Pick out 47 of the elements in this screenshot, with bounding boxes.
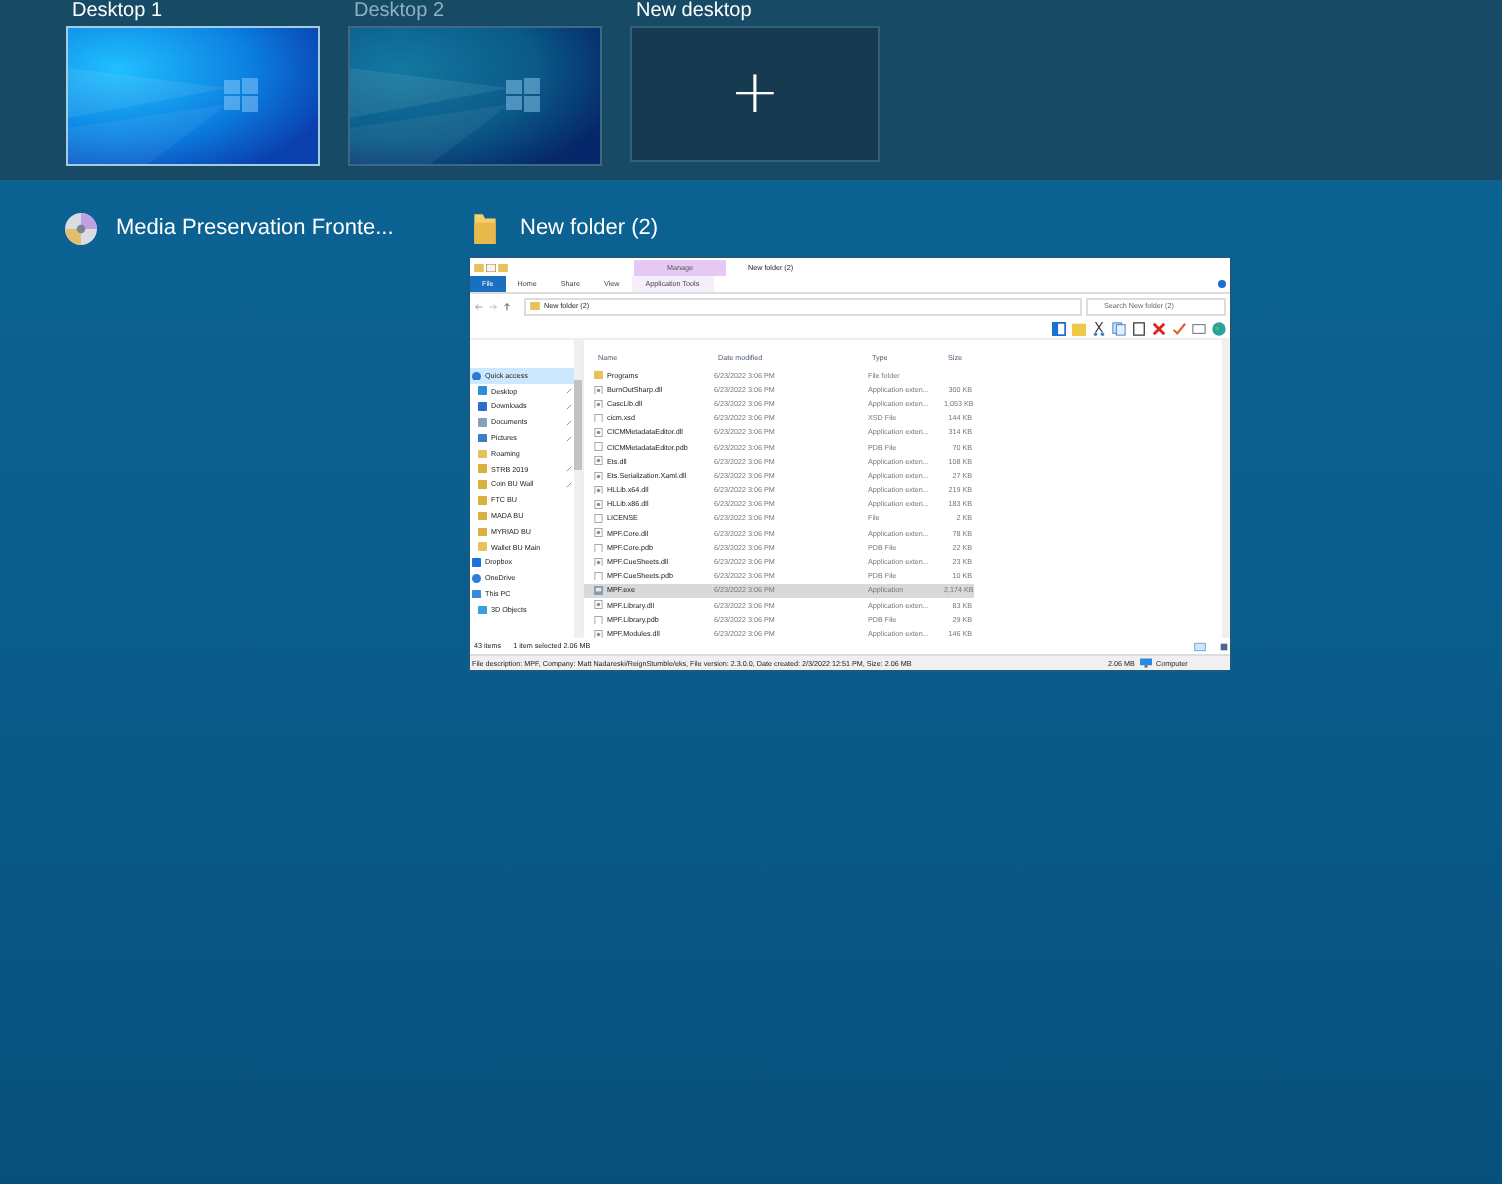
gear-file-icon	[594, 557, 603, 567]
explorer-window-thumbnail[interactable]	[468, 256, 1232, 672]
folder-icon	[498, 264, 508, 272]
scissors-icon[interactable]	[1092, 321, 1106, 335]
gear-file-icon	[594, 456, 603, 466]
new-desktop-label: New desktop	[636, 0, 754, 26]
copy-icon[interactable]	[1112, 321, 1126, 335]
file-icon	[594, 615, 603, 625]
gear-file-icon	[594, 485, 603, 495]
file-icon	[594, 543, 603, 553]
disc-icon	[64, 211, 98, 245]
new-desktop-button[interactable]: +	[630, 26, 880, 162]
check-icon[interactable]	[1172, 321, 1186, 335]
back-arrow-icon[interactable]	[474, 301, 484, 311]
file-icon	[594, 571, 603, 581]
gear-file-icon	[594, 528, 603, 538]
desktop-label: Desktop 2	[354, 0, 447, 26]
folder-icon	[530, 302, 540, 310]
file-icon	[594, 514, 603, 524]
globe-icon[interactable]	[1212, 321, 1226, 335]
gear-file-icon	[594, 385, 603, 395]
folder-icon	[478, 542, 487, 552]
gear-file-icon	[594, 471, 603, 481]
gear-file-icon	[594, 428, 603, 438]
gear-file-icon	[594, 629, 603, 638]
help-icon[interactable]	[1218, 280, 1226, 288]
layout-icon[interactable]	[1052, 321, 1066, 335]
gear-file-icon	[594, 500, 603, 510]
window-title[interactable]: New folder (2)	[520, 216, 659, 240]
app-icon	[594, 586, 603, 596]
folder-icon	[468, 211, 502, 245]
file-icon	[594, 442, 603, 452]
folder-icon	[478, 449, 487, 459]
folder-icon	[594, 370, 603, 380]
up-arrow-icon[interactable]	[502, 301, 512, 311]
tiles-view-icon[interactable]	[1218, 641, 1230, 651]
desktop-label: Desktop 1	[72, 0, 165, 26]
folder-icon	[474, 264, 484, 272]
gear-file-icon	[594, 399, 603, 409]
scrollbar[interactable]	[1222, 340, 1230, 638]
computer-icon	[1140, 658, 1152, 668]
file-icon	[594, 413, 603, 423]
window-title[interactable]: Media Preservation Fronte...	[116, 216, 394, 240]
delete-icon[interactable]	[1152, 321, 1166, 335]
details-view-icon[interactable]	[1194, 641, 1206, 651]
gear-file-icon	[594, 600, 603, 610]
scrollbar[interactable]	[574, 340, 582, 638]
